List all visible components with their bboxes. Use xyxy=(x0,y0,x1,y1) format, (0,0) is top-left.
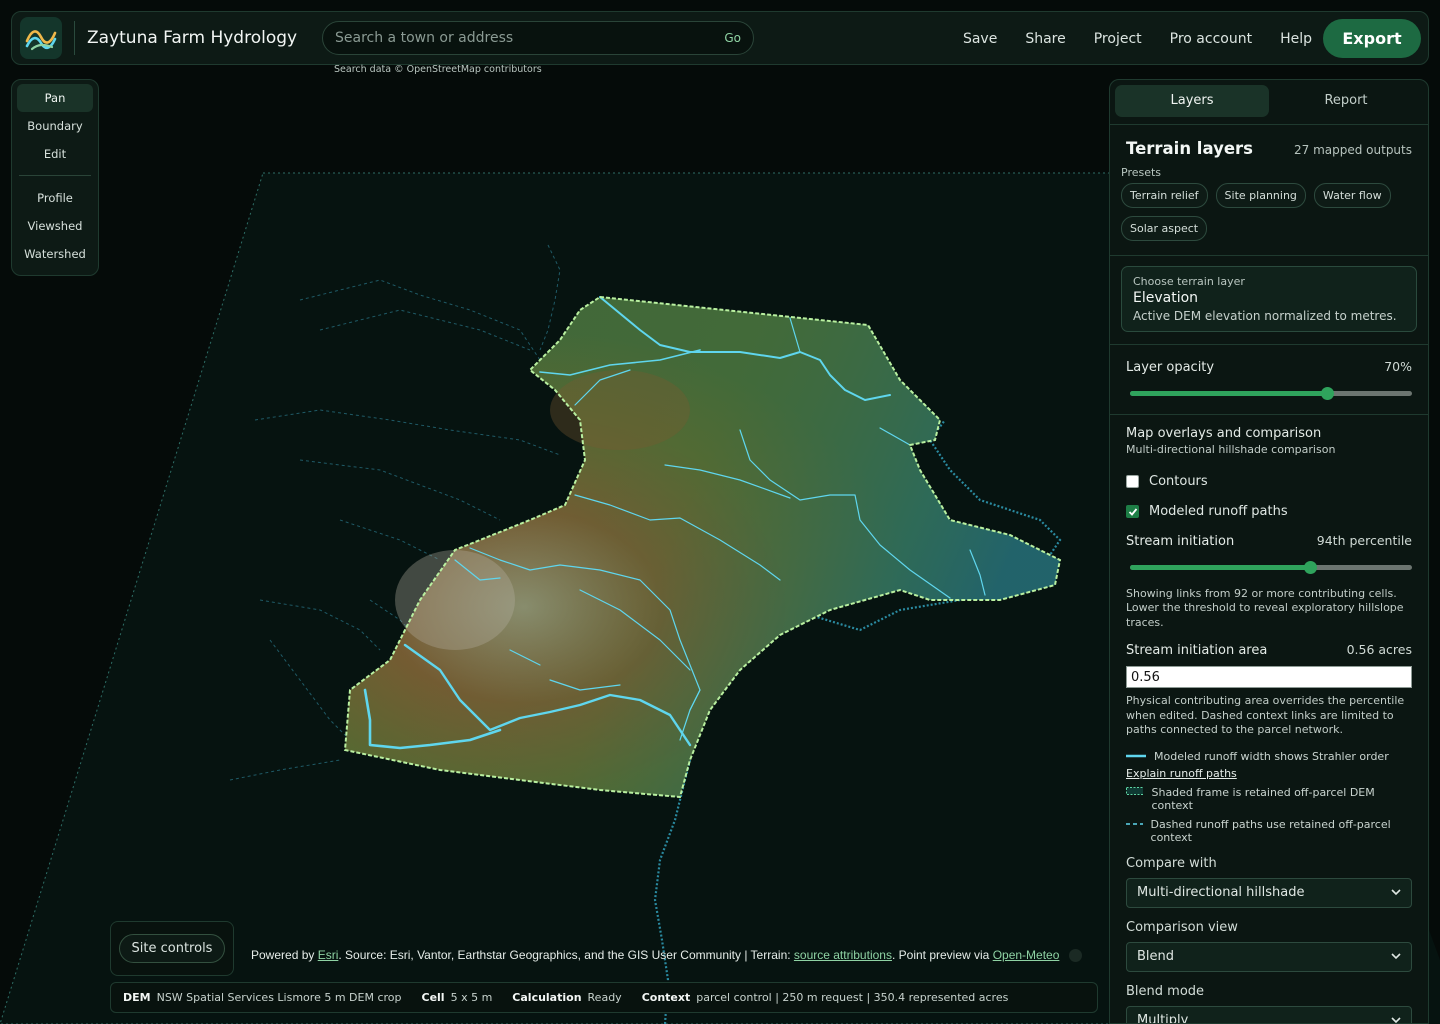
help-button[interactable]: Help xyxy=(1266,31,1326,47)
overlays-title: Map overlays and comparison xyxy=(1126,426,1322,441)
preset-terrain-relief[interactable]: Terrain relief xyxy=(1121,183,1208,208)
legend-frame: Shaded frame is retained off-parcel DEM … xyxy=(1126,786,1412,812)
search-box: Go xyxy=(322,21,754,55)
legend-dashed: Dashed runoff paths use retained off-par… xyxy=(1126,818,1412,844)
runoff-label: Modeled runoff paths xyxy=(1149,504,1288,519)
compare-select[interactable]: Multi-directional hillshade xyxy=(1126,877,1412,908)
layer-chooser-section: Choose terrain layer Elevation Active DE… xyxy=(1110,255,1428,332)
project-button[interactable]: Project xyxy=(1080,31,1156,47)
section-title: Terrain layers xyxy=(1126,139,1253,158)
chevron-down-icon xyxy=(1391,885,1401,900)
contours-label: Contours xyxy=(1149,474,1208,489)
esri-link[interactable]: Esri xyxy=(318,948,339,962)
legend-width: Modeled runoff width shows Strahler orde… xyxy=(1126,750,1412,763)
dashed-line-icon xyxy=(1126,822,1143,825)
layer-select-label: Choose terrain layer xyxy=(1133,275,1245,288)
tool-watershed[interactable]: Watershed xyxy=(17,240,93,268)
stream-init-slider-thumb[interactable] xyxy=(1304,560,1318,574)
overlays-section: Map overlays and comparison Multi-direct… xyxy=(1110,414,1428,1023)
contours-checkbox[interactable] xyxy=(1126,475,1139,488)
area-note: Physical contributing area overrides the… xyxy=(1126,694,1405,736)
preset-site-planning[interactable]: Site planning xyxy=(1215,183,1306,208)
share-button[interactable]: Share xyxy=(1011,31,1079,47)
preset-water-flow[interactable]: Water flow xyxy=(1313,183,1391,208)
layer-select-description: Active DEM elevation normalized to metre… xyxy=(1133,309,1397,323)
search-go-button[interactable]: Go xyxy=(724,31,741,45)
stream-note: Showing links from 92 or more contributi… xyxy=(1126,586,1404,629)
overlays-subtitle: Multi-directional hillshade comparison xyxy=(1126,443,1336,456)
search-attribution: Search data © OpenStreetMap contributors xyxy=(334,64,542,75)
context-label: Context xyxy=(641,991,691,1004)
source-attributions-link[interactable]: source attributions xyxy=(794,948,892,962)
stream-init-slider[interactable] xyxy=(1130,558,1412,576)
area-input[interactable] xyxy=(1126,666,1412,688)
title-divider xyxy=(74,21,75,55)
tool-divider xyxy=(19,175,91,176)
terrain-section: Terrain layers 27 mapped outputs Presets… xyxy=(1110,124,1428,255)
stream-init-value: 94th percentile xyxy=(1316,532,1412,548)
tool-profile[interactable]: Profile xyxy=(17,184,93,212)
blend-select[interactable]: Multiply xyxy=(1126,1005,1412,1023)
check-icon xyxy=(1128,507,1137,516)
waves-logo-icon[interactable] xyxy=(20,17,62,59)
search-input[interactable] xyxy=(335,30,725,46)
layer-select-value: Elevation xyxy=(1133,290,1199,306)
blend-label: Blend mode xyxy=(1126,983,1205,999)
terrain-layer-select[interactable]: Choose terrain layer Elevation Active DE… xyxy=(1121,266,1417,332)
site-controls-panel: Site controls xyxy=(110,921,234,976)
preset-chips: Terrain relief Site planning Water flow … xyxy=(1121,183,1412,255)
dem-value: NSW Spatial Services Lismore 5 m DEM cro… xyxy=(156,991,402,1004)
opacity-slider[interactable] xyxy=(1130,384,1412,402)
runoff-checkbox[interactable] xyxy=(1126,505,1139,518)
shaded-frame-icon xyxy=(1126,786,1144,795)
pro-account-button[interactable]: Pro account xyxy=(1156,31,1266,47)
context-value: parcel control | 250 m request | 350.4 r… xyxy=(696,991,1009,1004)
preset-solar-aspect[interactable]: Solar aspect xyxy=(1121,216,1208,241)
panel-tabs: Layers Report xyxy=(1110,80,1428,124)
top-bar: Zaytuna Farm Hydrology Si Go Save Share … xyxy=(11,11,1429,65)
layers-panel: Layers Report Terrain layers 27 mapped o… xyxy=(1109,79,1429,1024)
area-value: 0.56 acres xyxy=(1346,642,1412,657)
top-nav: Save Share Project Pro account Help xyxy=(949,12,1326,66)
explain-runoff-link[interactable]: Explain runoff paths xyxy=(1126,767,1412,780)
opacity-label: Layer opacity xyxy=(1126,360,1215,375)
project-title[interactable]: Zaytuna Farm Hydrology Si xyxy=(87,28,303,48)
tool-pan[interactable]: Pan xyxy=(17,84,93,112)
presets-label: Presets xyxy=(1121,166,1162,179)
cell-value: 5 x 5 m xyxy=(450,991,493,1004)
info-icon[interactable] xyxy=(1069,949,1082,962)
output-count: 27 mapped outputs xyxy=(1293,143,1412,157)
map-attribution: Powered by Esri. Source: Esri, Vantor, E… xyxy=(251,948,1060,962)
calculation-label: Calculation xyxy=(512,991,582,1004)
calculation-value: Ready xyxy=(587,991,622,1004)
area-label: Stream initiation area xyxy=(1126,643,1268,658)
tool-edit[interactable]: Edit xyxy=(17,140,93,168)
stream-init-label: Stream initiation xyxy=(1126,533,1235,549)
chevron-down-icon xyxy=(1391,949,1401,964)
save-button[interactable]: Save xyxy=(949,31,1011,47)
view-select[interactable]: Blend xyxy=(1126,941,1412,972)
runoff-toggle[interactable]: Modeled runoff paths xyxy=(1126,497,1412,527)
opacity-value: 70% xyxy=(1384,359,1412,374)
solid-line-icon xyxy=(1126,754,1146,758)
opacity-section: Layer opacity 70% xyxy=(1110,344,1428,414)
chevron-down-icon xyxy=(1391,1013,1401,1023)
cell-label: Cell xyxy=(421,991,445,1004)
view-label: Comparison view xyxy=(1126,919,1238,935)
dem-label: DEM xyxy=(123,991,151,1004)
site-controls-button[interactable]: Site controls xyxy=(118,934,226,963)
tab-layers[interactable]: Layers xyxy=(1115,85,1269,117)
opacity-slider-thumb[interactable] xyxy=(1321,387,1335,400)
tab-report[interactable]: Report xyxy=(1269,85,1423,117)
compare-label: Compare with xyxy=(1126,855,1217,871)
export-button[interactable]: Export xyxy=(1323,19,1421,58)
status-bar: DEM NSW Spatial Services Lismore 5 m DEM… xyxy=(110,982,1098,1013)
contours-toggle[interactable]: Contours xyxy=(1126,467,1412,497)
tool-viewshed[interactable]: Viewshed xyxy=(17,212,93,240)
open-meteo-link[interactable]: Open-Meteo xyxy=(993,948,1060,962)
tool-boundary[interactable]: Boundary xyxy=(17,112,93,140)
tool-palette: Pan Boundary Edit Profile Viewshed Water… xyxy=(11,79,99,276)
